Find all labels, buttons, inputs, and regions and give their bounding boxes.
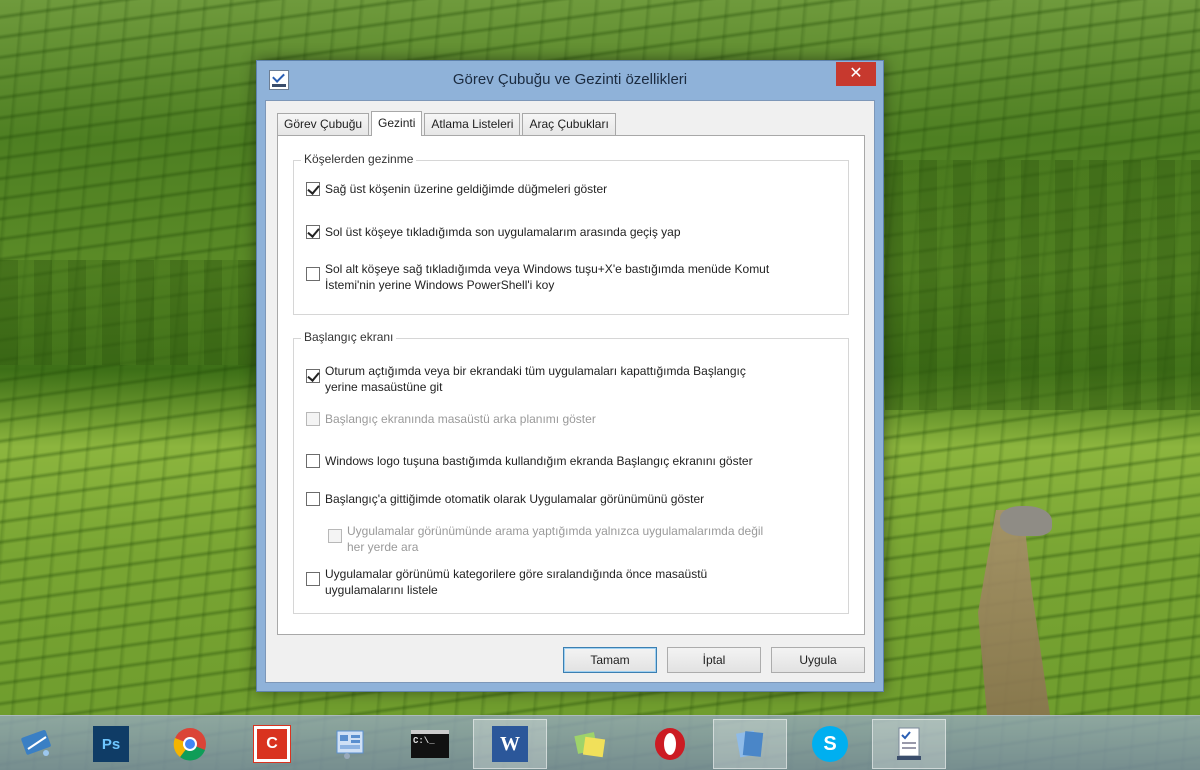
taskbar-item-settings-panel[interactable] [314,719,388,769]
taskbar-item-word[interactable]: W [473,719,547,769]
taskbar-item-app-c[interactable]: C [235,719,309,769]
window-title: Görev Çubuğu ve Gezinti özellikleri [452,71,688,88]
app-c-icon: C [253,725,291,763]
checkbox[interactable] [328,529,342,543]
option-show-desktop-background[interactable]: Başlangıç ekranında masaüstü arka planım… [306,411,596,427]
group-title-corners: Köşelerden gezinme [301,152,417,166]
checkbox[interactable] [306,369,320,383]
title-bar[interactable]: Görev Çubuğu ve Gezinti özellikleri ✕ [257,61,883,101]
checkbox[interactable] [306,454,320,468]
opera-icon [652,726,688,762]
taskbar-item-documents[interactable] [713,719,787,769]
option-label: Sol alt köşeye sağ tıkladığımda veya Win… [325,261,769,293]
taskbar-properties-icon [891,726,927,762]
cancel-button[interactable]: İptal [667,647,761,673]
checkbox[interactable] [306,492,320,506]
navigation-tab-panel: Köşelerden gezinme Sağ üst köşenin üzeri… [277,135,865,635]
checkbox[interactable] [306,572,320,586]
option-label-line: uygulamalarını listele [325,583,438,597]
tab-strip: Görev Çubuğu Gezinti Atlama Listeleri Ar… [277,111,618,136]
close-button[interactable]: ✕ [836,62,876,86]
chrome-icon [172,726,208,762]
taskbar-item-network[interactable] [0,719,74,769]
tab-jump-lists[interactable]: Atlama Listeleri [424,113,521,135]
taskbar-item-chrome[interactable] [153,719,227,769]
tab-navigation[interactable]: Gezinti [371,111,423,136]
option-switch-recent-apps[interactable]: Sol üst köşeye tıkladığımda son uygulama… [306,224,681,240]
taskbar-item-command-prompt[interactable]: C:\_ [393,719,467,769]
option-label-line: yerine masaüstüne git [325,380,443,394]
word-icon: W [492,726,528,762]
taskbar-item-photoshop[interactable]: Ps [74,719,148,769]
taskbar: Ps C C:\_ W S [0,715,1200,770]
option-label: Başlangıç ekranında masaüstü arka planım… [325,412,596,426]
option-label: Oturum açtığımda veya bir ekrandaki tüm … [325,363,746,395]
checkbox[interactable] [306,267,320,281]
option-list-desktop-apps-first[interactable]: Uygulamalar görünümü kategorilere göre s… [306,566,707,598]
taskbar-item-opera[interactable] [633,719,707,769]
option-label-line: Uygulamalar görünümünde arama yaptığımda… [347,524,764,538]
command-prompt-icon: C:\_ [411,730,449,758]
wallpaper-path [978,510,1050,715]
tab-toolbars[interactable]: Araç Çubukları [522,113,616,135]
sticky-notes-icon [572,726,608,762]
option-start-on-current-display[interactable]: Windows logo tuşuna bastığımda kullandığ… [306,453,753,469]
properties-dialog: Görev Çubuğu ve Gezinti özellikleri ✕ Gö… [256,60,884,692]
skype-icon: S [812,726,848,762]
network-diagram-icon [19,726,55,762]
option-label: Sol üst köşeye tıkladığımda son uygulama… [325,225,681,239]
option-label: Uygulamalar görünümü kategorilere göre s… [325,566,707,598]
checkbox[interactable] [306,182,320,196]
wallpaper-rock [1000,506,1052,536]
option-go-to-desktop[interactable]: Oturum açtığımda veya bir ekrandaki tüm … [306,363,746,395]
checkbox[interactable] [306,225,320,239]
ok-button[interactable]: Tamam [563,647,657,673]
checkbox[interactable] [306,412,320,426]
option-label: Başlangıç'a gittiğimde otomatik olarak U… [325,492,705,506]
dialog-client-area: Görev Çubuğu Gezinti Atlama Listeleri Ar… [265,100,875,683]
wallpaper-hill-right [885,160,1200,410]
photoshop-icon: Ps [93,726,129,762]
apply-button[interactable]: Uygula [771,647,865,673]
taskbar-item-taskbar-properties[interactable] [872,719,946,769]
taskbar-item-skype[interactable]: S [793,719,867,769]
option-label-line: Sol alt köşeye sağ tıkladığımda veya Win… [325,262,770,276]
option-label-line: her yerde ara [347,540,419,554]
option-replace-cmd-with-powershell[interactable]: Sol alt köşeye sağ tıkladığımda veya Win… [306,261,769,293]
corner-navigation-group: Köşelerden gezinme Sağ üst köşenin üzeri… [293,152,849,315]
tab-taskbar[interactable]: Görev Çubuğu [277,113,370,135]
option-search-everywhere[interactable]: Uygulamalar görünümünde arama yaptığımda… [328,523,763,555]
option-label-line: İstemi'nin yerine Windows PowerShell'i k… [325,278,555,292]
start-screen-group: Başlangıç ekranı Oturum açtığımda veya b… [293,330,849,614]
option-show-apps-view[interactable]: Başlangıç'a gittiğimde otomatik olarak U… [306,491,704,507]
group-title-start: Başlangıç ekranı [301,330,397,344]
wallpaper-hill-left [0,260,260,365]
option-label: Sağ üst köşenin üzerine geldiğimde düğme… [325,182,608,196]
taskbar-item-sticky-notes[interactable] [553,719,627,769]
option-label-line: Uygulamalar görünümü kategorilere göre s… [325,567,708,581]
option-label: Windows logo tuşuna bastığımda kullandığ… [325,454,753,468]
settings-panel-icon [333,726,369,762]
option-show-charms-upper-right[interactable]: Sağ üst köşenin üzerine geldiğimde düğme… [306,181,607,197]
documents-icon [732,726,768,762]
option-label-line: Oturum açtığımda veya bir ekrandaki tüm … [325,364,746,378]
option-label: Uygulamalar görünümünde arama yaptığımda… [347,523,763,555]
